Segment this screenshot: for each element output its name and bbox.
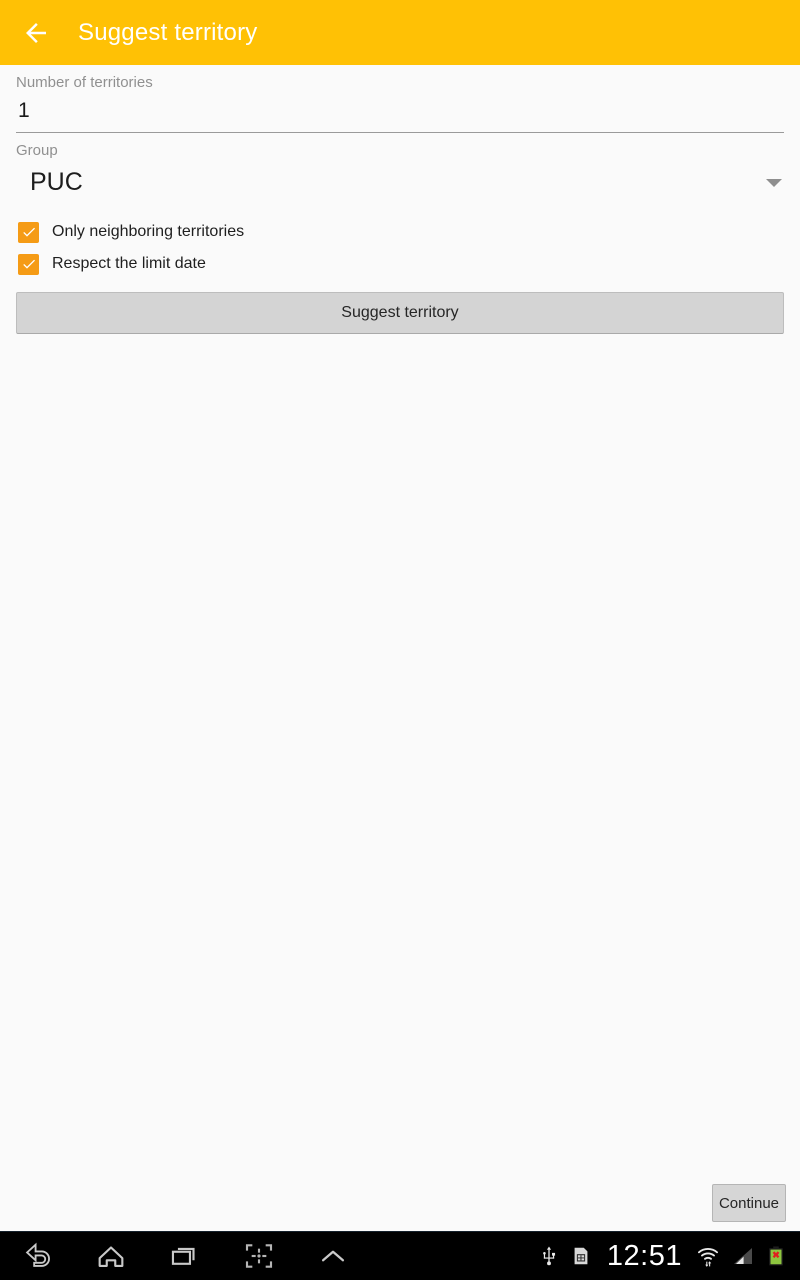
continue-button[interactable]: Continue — [712, 1184, 786, 1222]
usb-icon — [538, 1245, 560, 1267]
checkbox-row-respect-limit-date[interactable]: Respect the limit date — [0, 248, 800, 280]
home-nav-icon[interactable] — [74, 1232, 148, 1280]
group-spinner[interactable]: PUC — [16, 160, 784, 208]
number-of-territories-input[interactable]: 1 — [16, 92, 784, 128]
status-tray: 12:51 — [533, 1232, 800, 1280]
suggest-territory-button[interactable]: Suggest territory — [16, 292, 784, 334]
continue-button-label: Continue — [718, 1194, 780, 1212]
chevron-up-nav-icon[interactable] — [296, 1232, 370, 1280]
checkbox-row-only-neighboring[interactable]: Only neighboring territories — [0, 216, 800, 248]
battery-error-icon — [765, 1244, 787, 1268]
checkbox-label-only-neighboring: Only neighboring territories — [52, 223, 245, 240]
number-of-territories-label: Number of territories — [16, 74, 153, 91]
checkbox-label-respect-limit-date: Respect the limit date — [52, 255, 206, 272]
sim-card-icon — [570, 1245, 592, 1267]
checkbox-respect-limit-date[interactable] — [18, 253, 39, 275]
status-clock: 12:51 — [606, 1240, 682, 1272]
screenshot-nav-icon[interactable] — [222, 1232, 296, 1280]
form-content: Number of territories 1 Group PUC Only n… — [0, 65, 800, 1232]
number-of-territories-field[interactable]: 1 — [16, 92, 784, 133]
group-label: Group — [16, 142, 58, 159]
app-screen: Suggest territory Number of territories … — [0, 0, 800, 1280]
checkbox-only-neighboring[interactable] — [18, 221, 39, 243]
cell-signal-icon — [731, 1244, 755, 1268]
group-selected-value: PUC — [30, 168, 83, 196]
recents-nav-icon[interactable] — [148, 1232, 222, 1280]
back-arrow-icon[interactable] — [10, 7, 62, 59]
nav-button-group — [0, 1232, 370, 1280]
page-title: Suggest territory — [78, 18, 258, 46]
system-navigation-bar: 12:51 — [0, 1231, 800, 1280]
app-bar: Suggest territory — [0, 0, 800, 65]
back-nav-icon[interactable] — [0, 1232, 74, 1280]
wifi-icon — [695, 1243, 721, 1269]
chevron-down-icon — [766, 179, 782, 187]
suggest-territory-button-label: Suggest territory — [341, 304, 459, 321]
